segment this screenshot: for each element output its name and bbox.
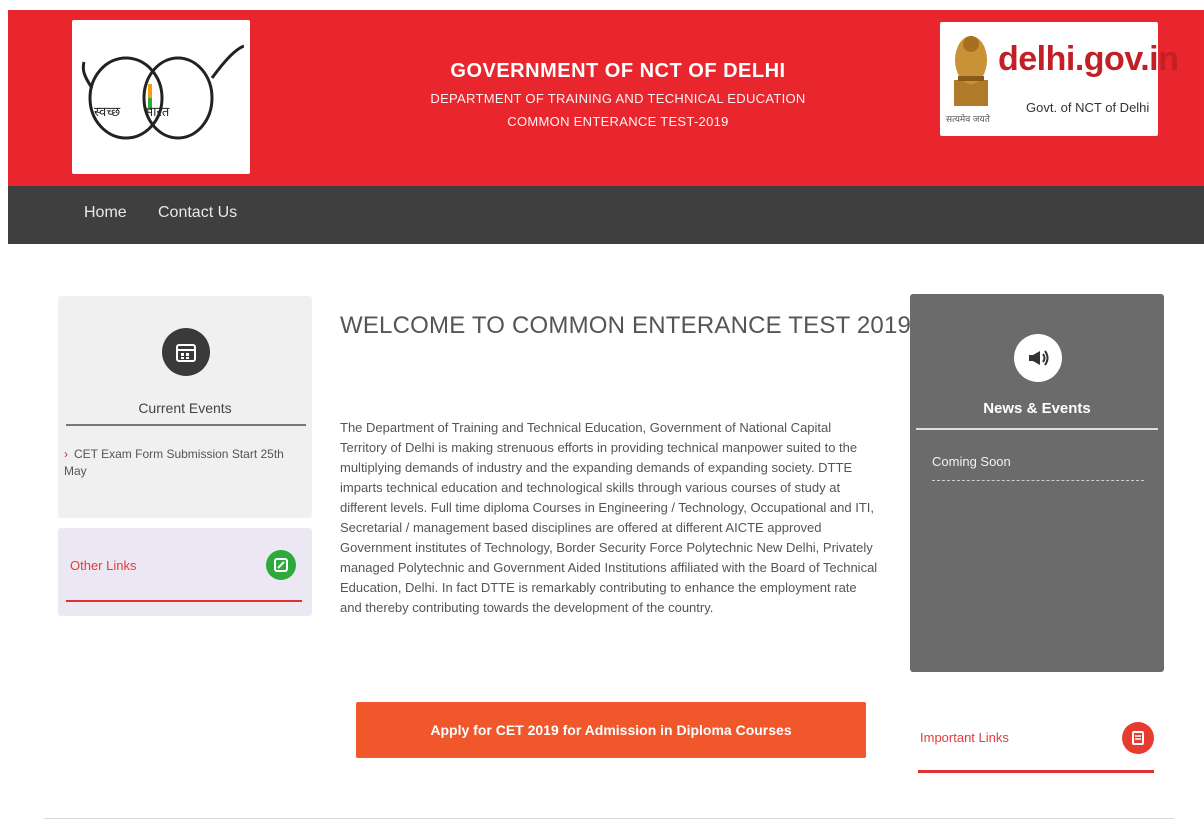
national-emblem-icon xyxy=(954,36,988,106)
divider xyxy=(66,424,306,426)
nav-home-link[interactable]: Home xyxy=(84,204,127,222)
news-events-panel: News & Events Coming Soon xyxy=(910,294,1164,672)
news-item: Coming Soon xyxy=(932,454,1011,469)
delhi-gov-logo-text: delhi.gov.in xyxy=(998,40,1179,78)
logo-text-bharat: भारत xyxy=(144,105,170,120)
divider xyxy=(918,770,1154,773)
document-icon xyxy=(1122,722,1154,754)
emblem-caption: सत्यमेव जयते xyxy=(946,114,990,124)
logo-text-swachh: स्वच्छ xyxy=(94,105,121,120)
other-links-panel[interactable]: Other Links xyxy=(58,528,312,616)
delhi-gov-logo-subtext: Govt. of NCT of Delhi xyxy=(1026,100,1150,115)
important-links-panel[interactable]: Important Links xyxy=(910,694,1164,788)
link-icon xyxy=(266,550,296,580)
delhi-gov-logo[interactable]: सत्यमेव जयते delhi.gov.in Govt. of NCT o… xyxy=(940,22,1179,136)
welcome-heading: WELCOME TO COMMON ENTERANCE TEST 2019 xyxy=(340,312,912,339)
page-title: GOVERNMENT OF NCT OF DELHI xyxy=(450,60,786,82)
divider xyxy=(916,428,1158,430)
current-event-item[interactable]: › CET Exam Form Submission Start 25th May xyxy=(64,446,308,480)
swachh-bharat-glasses-icon xyxy=(81,44,244,140)
current-events-title: Current Events xyxy=(138,400,232,416)
divider xyxy=(932,480,1144,481)
nav-contact-link[interactable]: Contact Us xyxy=(158,204,237,222)
test-name: COMMON ENTERANCE TEST-2019 xyxy=(507,114,729,129)
divider xyxy=(66,600,302,602)
welcome-description: The Department of Training and Technical… xyxy=(340,420,878,615)
current-event-text: CET Exam Form Submission Start 25th May xyxy=(64,447,284,478)
swachh-bharat-logo[interactable]: स्वच्छ भारत xyxy=(72,20,250,174)
important-links-label: Important Links xyxy=(920,730,1009,745)
current-events-panel: Current Events › CET Exam Form Submission… xyxy=(58,296,312,518)
calendar-icon xyxy=(162,328,210,376)
chevron-right-icon: › xyxy=(64,447,68,461)
other-links-label: Other Links xyxy=(70,558,137,573)
news-events-title: News & Events xyxy=(983,400,1091,417)
apply-cet-button[interactable]: Apply for CET 2019 for Admission in Dipl… xyxy=(356,702,866,758)
header-titles: GOVERNMENT OF NCT OF DELHI DEPARTMENT OF… xyxy=(328,60,908,129)
megaphone-icon xyxy=(1014,334,1062,382)
site-header: स्वच्छ भारत GOVERNMENT OF NCT OF DELHI D… xyxy=(8,10,1204,186)
department-name: DEPARTMENT OF TRAINING AND TECHNICAL EDU… xyxy=(430,91,806,106)
top-nav: Home Contact Us xyxy=(8,186,1204,244)
